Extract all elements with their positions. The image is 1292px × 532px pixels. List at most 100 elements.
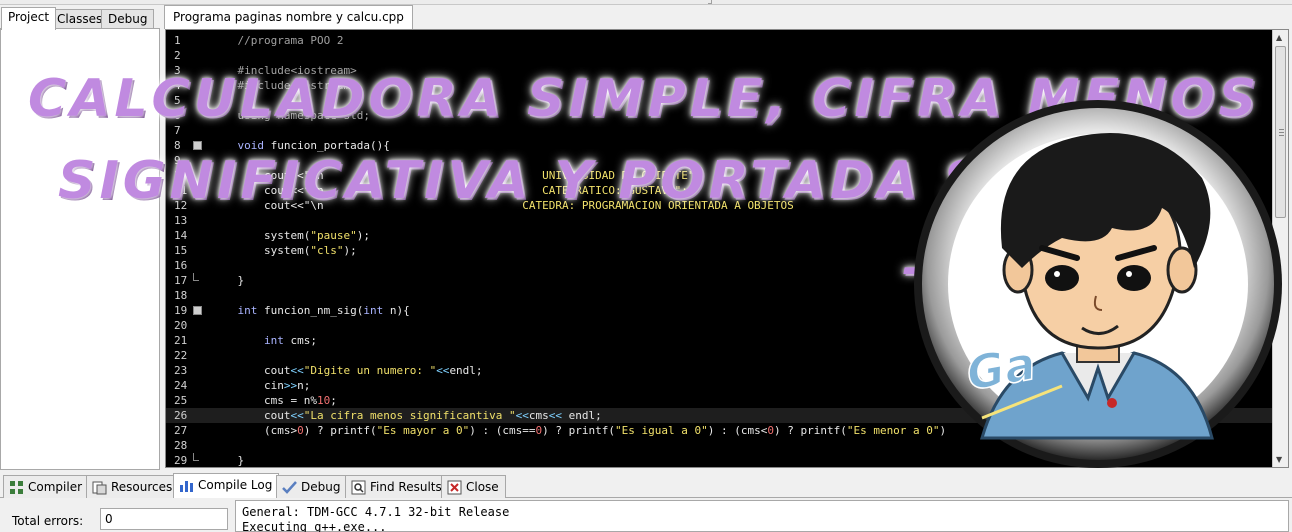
tab-find-results[interactable]: Find Results [345,475,449,498]
line-number: 1 [174,34,181,47]
resources-icon [92,481,107,495]
code-text: cout<<"Digite un numero: "<<endl; [211,363,483,378]
code-token: } [211,274,245,287]
total-errors-field: 0 [100,508,228,530]
scroll-up-arrow-icon[interactable]: ▲ [1276,33,1282,42]
fold-end-icon [193,453,199,461]
line-number: 18 [174,289,188,302]
code-token: cms = n% [211,394,317,407]
code-token: n){ [383,304,410,317]
line-number: 27 [174,424,188,437]
code-token: 0 [297,424,304,437]
code-text: system("cls"); [211,243,357,258]
code-text: cout<<"La cifra menos significantiva "<<… [211,408,602,423]
code-token: 0 [767,424,774,437]
tab-project[interactable]: Project [1,7,57,30]
line-number: 17 [174,274,188,287]
tab-find-results-label: Find Results [370,480,442,494]
code-token: << [290,364,304,377]
line-number: 29 [174,454,188,467]
checkmark-icon [282,481,297,494]
fold-toggle-icon[interactable] [193,141,202,150]
line-number: 13 [174,214,188,227]
code-text: int cms; [211,333,317,348]
line-number: 22 [174,349,188,362]
tab-close[interactable]: Close [441,475,506,498]
code-token: << [436,364,450,377]
line-number: 16 [174,259,188,272]
log-line: General: TDM-GCC 4.7.1 32-bit Release [242,505,510,519]
code-token: system( [211,244,311,257]
tab-compiler[interactable]: Compiler [3,475,90,498]
tab-compile-log-label: Compile Log [198,478,273,492]
line-number: 14 [174,229,188,242]
code-text: } [211,273,244,288]
total-errors-label: Total errors: [12,514,84,528]
line-number: 2 [174,49,181,62]
code-text: cms = n%10; [211,393,337,408]
code-token: ) ? printf( [303,424,377,437]
code-text: system("pause"); [211,228,370,243]
tab-resources-label: Resources [111,480,173,494]
fold-end-icon [193,273,199,281]
line-number: 19 [174,304,188,317]
tab-resources[interactable]: Resources [86,475,180,498]
line-number: 20 [174,319,188,332]
line-number: 24 [174,379,188,392]
tab-compile-log[interactable]: Compile Log [173,473,280,499]
code-text: (cms>0) ? printf("Es mayor a 0") : (cms=… [211,423,946,438]
line-number: 21 [174,334,188,347]
line-number: 15 [174,244,188,257]
line-number: 25 [174,394,188,407]
toolbar-separator [708,0,712,4]
code-token: funcion_nm_sig( [257,304,364,317]
code-token: cout [211,409,291,422]
code-token: << [515,409,529,422]
tab-debug[interactable]: Debug [101,9,155,29]
code-token: ) : (cms< [707,424,768,437]
code-token: 10 [316,394,331,407]
code-line[interactable]: 2 [166,48,1272,63]
log-line: Executing g++.exe... [242,520,387,532]
code-token: //programa POO 2 [211,34,344,47]
tab-debug-bottom[interactable]: Debug [276,475,348,498]
line-number: 26 [174,409,188,422]
code-token: ) ? printf( [542,424,616,437]
bottom-tab-bar: Compiler Resources Compile Log Debug Fin… [0,473,1292,499]
code-token: ); [356,229,370,242]
code-token: << [290,409,304,422]
code-token: ; [330,394,337,407]
tab-debug-bottom-label: Debug [301,480,341,494]
code-text: //programa POO 2 [211,33,343,48]
code-token: int [237,304,258,317]
code-token: ) ? printf( [773,424,847,437]
code-line[interactable]: 1 //programa POO 2 [166,33,1272,48]
code-token: "pause" [310,229,357,242]
code-text: } [211,453,245,467]
code-token: int [263,334,284,347]
project-panel-tabs: Project Classes Debug [0,7,162,30]
code-token: (cms> [211,424,298,437]
code-text: int funcion_nm_sig(int n){ [211,303,410,318]
code-token: >> [283,379,298,392]
code-token: endl; [449,364,483,377]
code-token: cms; [283,334,317,347]
line-number: 23 [174,364,188,377]
find-icon [351,480,366,495]
close-icon [447,480,462,495]
bar-chart-icon [180,481,193,492]
compile-log-output[interactable]: General: TDM-GCC 4.7.1 32-bit Release Exe… [235,500,1289,532]
fold-toggle-icon[interactable] [193,306,202,315]
grid-icon [10,481,23,494]
code-text: cin>>n; [211,378,310,393]
code-token: << [548,409,563,422]
code-token: } [211,454,245,467]
code-token: "La cifra menos significantiva " [303,409,516,422]
editor-file-tab[interactable]: Programa paginas nombre y calcu.cpp [164,5,413,29]
tab-compiler-label: Compiler [28,480,83,494]
code-token: "cls" [310,244,344,257]
code-token: ) : (cms== [469,424,536,437]
line-number: 28 [174,439,188,452]
